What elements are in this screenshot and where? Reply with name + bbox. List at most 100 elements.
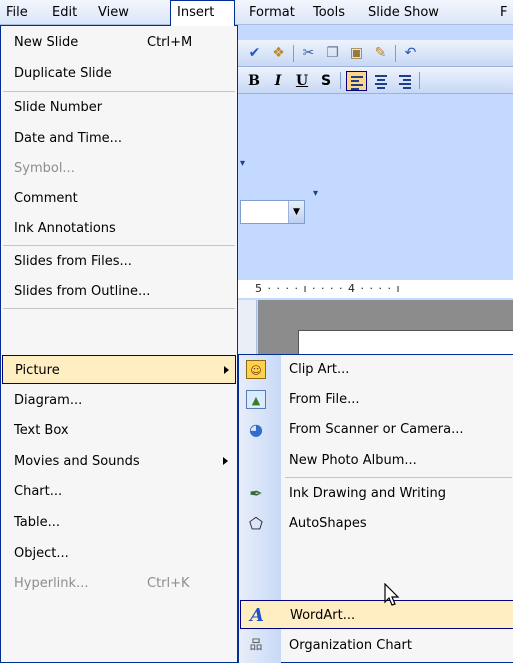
toolbar-separator [395, 45, 396, 62]
research-icon[interactable]: ❖ [269, 44, 288, 63]
horizontal-ruler: 5 · · · · ı · · · · 4 · · · · ı [237, 280, 513, 298]
menu-item-label: Slide Number [14, 100, 103, 115]
menu-item-movies-and-sounds[interactable]: Movies and Sounds [2, 447, 236, 476]
menu-item-duplicate-slide[interactable]: Duplicate Slide [2, 59, 236, 88]
menu-item-picture[interactable]: Picture [2, 355, 236, 384]
chevron-down-icon[interactable]: ▼ [288, 201, 304, 223]
align-left-icon[interactable] [346, 71, 367, 91]
menu-slide-show[interactable]: Slide Show [362, 0, 466, 25]
menu-item-slide-number[interactable]: Slide Number [2, 93, 236, 122]
clip-art-icon: ☺ [246, 360, 266, 379]
insert-menu: New Slide Ctrl+M Duplicate Slide Slide N… [0, 25, 238, 663]
font-size-box[interactable]: ▼ [240, 200, 305, 224]
menu-separator [3, 91, 235, 92]
formatting-toolbar: B I U S [233, 67, 513, 94]
submenu-arrow-icon [223, 457, 228, 465]
submenu-item-autoshapes[interactable]: ⬠ AutoShapes [240, 509, 513, 538]
submenu-item-label: Organization Chart [289, 638, 412, 653]
menu-item-diagram[interactable]: Diagram... [2, 386, 236, 415]
bold-button[interactable]: B [244, 71, 264, 91]
undo-icon[interactable]: ↶ [401, 44, 420, 63]
menu-item-label: Comment [14, 191, 78, 206]
toolbar-options-icon[interactable]: ▾ [313, 188, 318, 199]
menu-file[interactable]: File [0, 0, 44, 25]
menu-item-label: Text Box [14, 423, 69, 438]
menu-bar: File Edit View Insert Format Tools Slide… [0, 0, 513, 26]
menu-item-object[interactable]: Object... [2, 539, 236, 568]
spelling-icon[interactable]: ✔ [245, 44, 264, 63]
menu-item-label: Picture [15, 363, 60, 378]
standard-toolbar: ✔ ❖ ✂ ❐ ▣ ✎ ↶ [233, 40, 513, 67]
menu-item-shortcut: Ctrl+M [147, 35, 193, 50]
submenu-item-label: From Scanner or Camera... [289, 422, 464, 437]
toolbar-options-icon[interactable]: ▾ [240, 158, 245, 169]
submenu-item-label: AutoShapes [289, 516, 367, 531]
menu-format-partial[interactable]: F [498, 0, 513, 25]
cut-icon[interactable]: ✂ [299, 44, 318, 63]
menu-item-chart[interactable]: Chart... [2, 477, 236, 506]
menu-item-date-and-time[interactable]: Date and Time... [2, 124, 236, 153]
submenu-item-label: From File... [289, 392, 360, 407]
submenu-item-wordart[interactable]: A WordArt... [240, 600, 513, 629]
submenu-item-label: Clip Art... [289, 362, 350, 377]
menu-insert[interactable]: Insert [170, 0, 235, 26]
autoshapes-icon: ⬠ [249, 514, 263, 533]
menu-item-shortcut: Ctrl+K [147, 576, 190, 591]
menu-item-label: Duplicate Slide [14, 66, 112, 81]
copy-icon[interactable]: ❐ [323, 44, 342, 63]
submenu-item-from-file[interactable]: ▲ From File... [240, 385, 513, 414]
menu-item-symbol: Symbol... [2, 154, 236, 183]
from-file-icon: ▲ [246, 390, 266, 409]
menu-item-new-slide[interactable]: New Slide Ctrl+M [2, 28, 236, 57]
submenu-item-ink-drawing[interactable]: ✒ Ink Drawing and Writing [240, 479, 513, 508]
menu-item-ink-annotations[interactable]: Ink Annotations [2, 214, 236, 243]
align-right-icon[interactable] [395, 71, 416, 91]
mouse-pointer-icon [384, 583, 400, 606]
menu-item-slides-from-files[interactable]: Slides from Files... [2, 247, 236, 276]
toolbar-separator [293, 45, 294, 62]
shadow-button[interactable]: S [316, 71, 336, 91]
paste-icon[interactable]: ▣ [347, 44, 366, 63]
submenu-item-label: Ink Drawing and Writing [289, 486, 446, 501]
submenu-item-label: New Photo Album... [289, 453, 417, 468]
menu-item-label: Slides from Outline... [14, 284, 151, 299]
menu-item-slides-from-outline[interactable]: Slides from Outline... [2, 277, 236, 306]
toolbar-separator [419, 72, 420, 89]
scanner-icon: ◕ [249, 420, 263, 439]
menu-edit[interactable]: Edit [46, 0, 90, 25]
submenu-item-clip-art[interactable]: ☺ Clip Art... [240, 355, 513, 384]
menu-item-hyperlink: Hyperlink... Ctrl+K [2, 569, 236, 598]
menu-item-label: Chart... [14, 484, 63, 499]
submenu-item-label: WordArt... [290, 608, 356, 623]
menu-item-label: New Slide [14, 35, 79, 50]
menu-view[interactable]: View [92, 0, 146, 25]
submenu-arrow-icon [224, 366, 229, 374]
menu-item-label: Slides from Files... [14, 254, 132, 269]
align-center-icon[interactable] [371, 71, 392, 91]
ink-pen-icon: ✒ [249, 484, 263, 503]
format-painter-icon[interactable]: ✎ [371, 44, 390, 63]
submenu-item-new-photo-album[interactable]: New Photo Album... [240, 446, 513, 475]
menu-item-table[interactable]: Table... [2, 508, 236, 537]
underline-button[interactable]: U [292, 71, 312, 91]
menu-item-label: Hyperlink... [14, 576, 89, 591]
menu-tools[interactable]: Tools [307, 0, 359, 25]
menu-format[interactable]: Format [243, 0, 305, 25]
menu-item-label: Object... [14, 546, 69, 561]
menu-item-label: Ink Annotations [14, 221, 116, 236]
submenu-item-from-scanner[interactable]: ◕ From Scanner or Camera... [240, 415, 513, 444]
picture-submenu: ☺ Clip Art... ▲ From File... ◕ From Scan… [238, 354, 513, 663]
menu-item-label: Symbol... [14, 161, 75, 176]
menu-item-label: Table... [14, 515, 61, 530]
submenu-item-organization-chart[interactable]: 品 Organization Chart [240, 631, 513, 660]
italic-button[interactable]: I [268, 71, 288, 91]
menu-item-text-box[interactable]: Text Box [2, 416, 236, 445]
menu-item-label: Date and Time... [14, 131, 123, 146]
menu-item-label: Movies and Sounds [14, 454, 140, 469]
submenu-separator [285, 477, 512, 478]
menu-separator [3, 245, 235, 246]
menu-item-comment[interactable]: Comment [2, 184, 236, 213]
wordart-icon: A [250, 605, 264, 626]
menu-item-label: Diagram... [14, 393, 83, 408]
menu-separator [3, 308, 235, 309]
